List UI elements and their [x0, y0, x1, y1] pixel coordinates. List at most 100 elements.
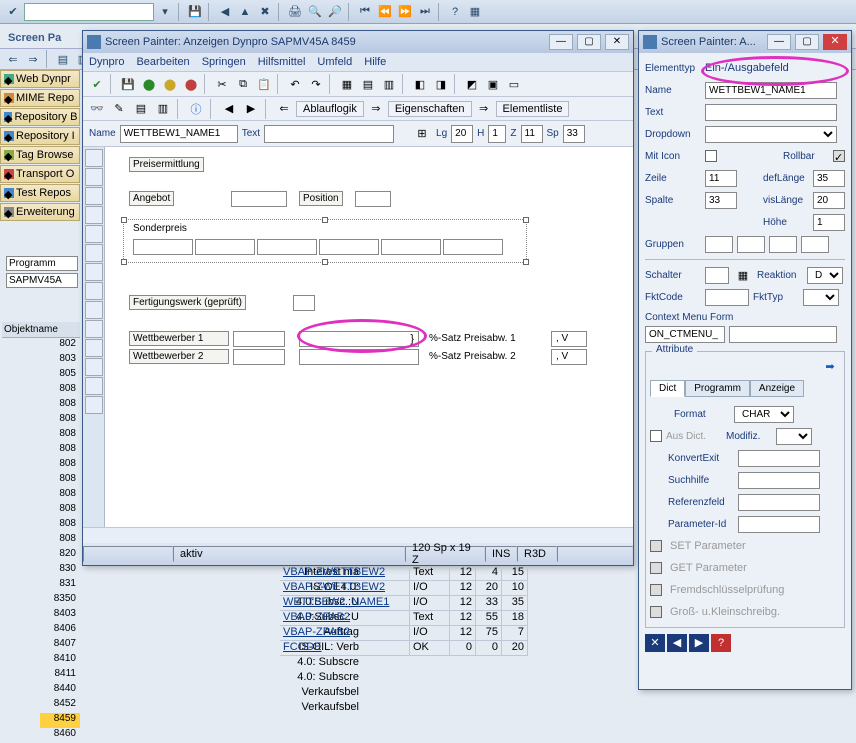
obj-row[interactable]: 808 [40, 518, 80, 533]
wett1-name-input[interactable]: } [299, 331, 419, 347]
obj-row[interactable]: 808 [40, 398, 80, 413]
obj-row[interactable]: 8407 [40, 638, 80, 653]
menu-hilfe[interactable]: Hilfe [364, 56, 386, 68]
t3-icon[interactable]: ▥ [379, 74, 399, 94]
sonder-in6[interactable] [443, 239, 503, 255]
pencil-icon[interactable]: ✎ [109, 99, 129, 119]
pal-table-icon[interactable] [85, 301, 103, 319]
pal-other-icon[interactable] [85, 396, 103, 414]
wett2-input[interactable] [233, 349, 285, 365]
elementliste-button[interactable]: Elementliste [496, 101, 570, 117]
prop-maximize-button[interactable]: ▢ [795, 34, 819, 50]
programm-value[interactable]: SAPMV45A [6, 273, 78, 288]
layout-icon[interactable]: ▦ [466, 3, 484, 21]
nav-back-icon[interactable]: ⇐ [4, 50, 22, 68]
obj-row[interactable]: 803 [40, 353, 80, 368]
findnext-icon[interactable]: 🔎 [326, 3, 344, 21]
reaktion-select[interactable]: D [807, 267, 843, 284]
t6-icon[interactable]: ◩ [462, 74, 482, 94]
tab-dict[interactable]: Dict [650, 380, 685, 397]
pal-split-icon[interactable] [85, 358, 103, 376]
minimize-button[interactable]: — [549, 34, 573, 50]
obj-row[interactable]: 8350 [40, 593, 80, 608]
gruppen-field2[interactable] [737, 236, 765, 253]
t7-icon[interactable]: ▣ [483, 74, 503, 94]
paramid-field[interactable] [738, 516, 820, 533]
tab-programm[interactable]: Programm [685, 380, 750, 397]
ablauflogik-button[interactable]: Ablauflogik [296, 101, 364, 117]
obj-row[interactable]: 8460 [40, 728, 80, 743]
obj-row[interactable]: 808 [40, 488, 80, 503]
tab-tag-browse[interactable]: ◆Tag Browse [0, 146, 80, 164]
prop-text-field[interactable] [705, 104, 837, 121]
pal-button-icon[interactable] [85, 244, 103, 262]
last-icon[interactable]: ⏭ [416, 3, 434, 21]
expand-icon[interactable]: ⊞ [412, 124, 432, 144]
copy-icon[interactable]: ⧉ [233, 74, 253, 94]
obj-row[interactable]: 808 [40, 503, 80, 518]
nav-help-button[interactable]: ? [711, 634, 731, 652]
nav-left-icon[interactable]: ⇐ [274, 99, 294, 119]
obj-row[interactable]: 8403 [40, 608, 80, 623]
obj-row[interactable]: 805 [40, 368, 80, 383]
arrow-right-icon[interactable]: ▶ [241, 99, 261, 119]
t5-icon[interactable]: ◨ [431, 74, 451, 94]
prev-icon[interactable]: ⏪ [376, 3, 394, 21]
arrow-left-icon[interactable]: ◀ [219, 99, 239, 119]
undo-icon[interactable]: ↶ [285, 74, 305, 94]
menu-springen[interactable]: Springen [202, 56, 246, 68]
info-icon[interactable]: ⓘ [186, 99, 206, 119]
help-icon[interactable]: ? [446, 3, 464, 21]
dropdown-icon[interactable]: ▾ [156, 3, 174, 21]
zeile-field[interactable] [705, 170, 737, 187]
save-icon[interactable]: 💾 [118, 74, 138, 94]
close-button[interactable]: ✕ [605, 34, 629, 50]
pal-radio-icon[interactable] [85, 225, 103, 243]
save-icon[interactable]: 💾 [186, 3, 204, 21]
rollbar-checkbox[interactable]: ✓ [833, 150, 845, 162]
vislange-field[interactable] [813, 192, 845, 209]
pal-status-icon[interactable] [85, 377, 103, 395]
prop-minimize-button[interactable]: — [767, 34, 791, 50]
position-input[interactable] [355, 191, 391, 207]
glasses-icon[interactable]: 👓 [87, 99, 107, 119]
format-select[interactable]: CHAR [734, 406, 794, 423]
nav-close-button[interactable]: ✕ [645, 634, 665, 652]
t4-icon[interactable]: ◧ [410, 74, 430, 94]
next-icon[interactable]: ⏩ [396, 3, 414, 21]
paste-icon[interactable]: 📋 [254, 74, 274, 94]
obj-row[interactable]: 8459 [40, 713, 80, 728]
ctxmenu-prefix[interactable] [645, 326, 725, 343]
h-field[interactable] [488, 125, 506, 143]
arrow-right-blue-icon[interactable]: ➡ [820, 356, 840, 376]
obj-row[interactable]: 802 [40, 338, 80, 353]
obj-row[interactable]: 808 [40, 443, 80, 458]
sonder-in4[interactable] [319, 239, 379, 255]
nav-right-icon[interactable]: ⇒ [366, 99, 386, 119]
tab-erweiterung[interactable]: ◆Erweiterung [0, 203, 80, 221]
obj-row[interactable]: 808 [40, 473, 80, 488]
find-icon[interactable]: 🔍 [306, 3, 324, 21]
suchhilfe-field[interactable] [738, 472, 820, 489]
sonder-in2[interactable] [195, 239, 255, 255]
form-canvas[interactable]: Preisermittlung Angebot Position Sonderp… [105, 147, 633, 527]
pal-frame-icon[interactable] [85, 263, 103, 281]
konvexit-field[interactable] [738, 450, 820, 467]
obj-row[interactable]: 808 [40, 533, 80, 548]
obj-row[interactable]: 830 [40, 563, 80, 578]
miticon-checkbox[interactable] [705, 150, 717, 162]
nav-fwd-icon[interactable]: ⇒ [24, 50, 42, 68]
schalter-field[interactable] [705, 267, 729, 284]
obj-row[interactable]: 820 [40, 548, 80, 563]
sp-col-field[interactable] [563, 125, 585, 143]
satz1-input[interactable]: , V [551, 331, 587, 347]
nav-prev-button[interactable]: ◀ [667, 634, 687, 652]
pal-custom-icon[interactable] [85, 320, 103, 338]
t8-icon[interactable]: ▭ [504, 74, 524, 94]
prop-close-button[interactable]: ✕ [823, 34, 847, 50]
tab-repo-i[interactable]: ◆Repository I [0, 127, 80, 145]
tab-transport[interactable]: ◆Transport O [0, 165, 80, 183]
pal-tab-icon[interactable] [85, 282, 103, 300]
redo-icon[interactable]: ↷ [306, 74, 326, 94]
obj-row[interactable]: 8411 [40, 668, 80, 683]
